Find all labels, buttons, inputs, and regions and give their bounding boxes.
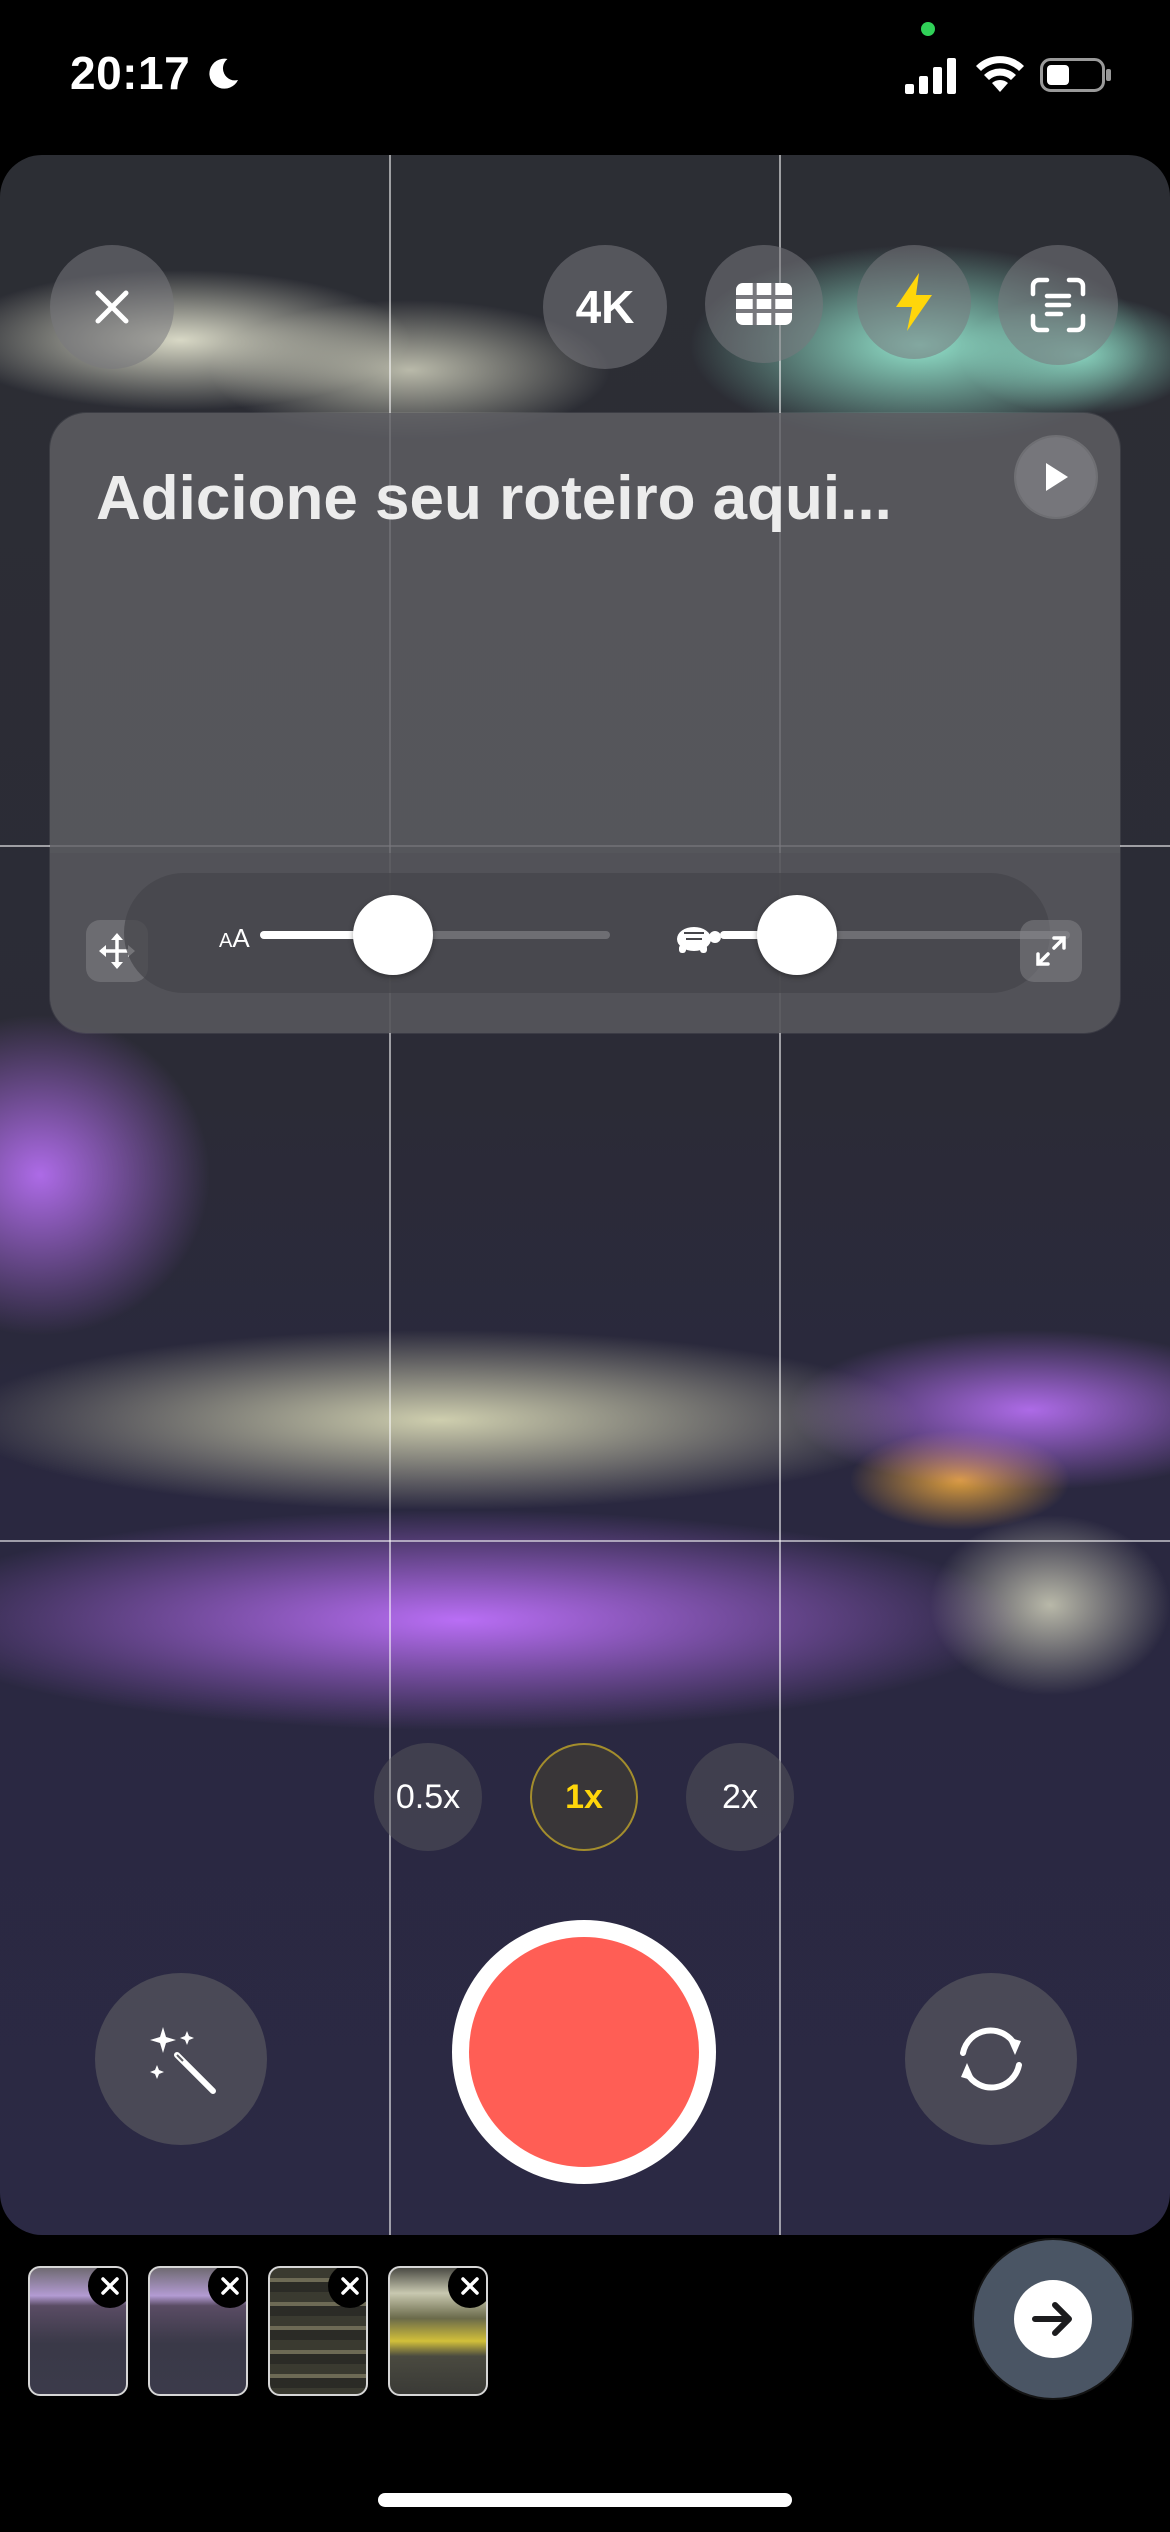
status-bar: 20:17 bbox=[0, 0, 1170, 150]
zoom-option-2x[interactable]: 2x bbox=[686, 1743, 794, 1851]
record-button-inner bbox=[469, 1937, 699, 2167]
zoom-option-1x[interactable]: 1x bbox=[530, 1743, 638, 1851]
record-button[interactable] bbox=[452, 1920, 716, 2184]
text-scan-button[interactable] bbox=[998, 245, 1118, 365]
clip-thumbnail[interactable] bbox=[268, 2266, 368, 2396]
play-script-button[interactable] bbox=[1016, 437, 1096, 517]
remove-clip-button[interactable] bbox=[88, 2268, 126, 2308]
resolution-label: 4K bbox=[575, 281, 635, 333]
wifi-icon bbox=[976, 56, 1024, 92]
resolution-button[interactable]: 4K bbox=[543, 245, 667, 369]
clip-thumbnail[interactable] bbox=[28, 2266, 128, 2396]
flash-icon bbox=[896, 273, 932, 331]
remove-clip-button[interactable] bbox=[208, 2268, 246, 2308]
font-size-slider-thumb[interactable] bbox=[353, 895, 433, 975]
turtle-icon bbox=[677, 927, 721, 953]
flip-camera-button[interactable] bbox=[905, 1973, 1077, 2145]
text-scan-icon bbox=[1030, 277, 1086, 333]
moon-icon bbox=[209, 58, 238, 89]
flash-button[interactable] bbox=[857, 245, 971, 359]
close-icon bbox=[101, 2277, 119, 2295]
clip-thumbnail[interactable] bbox=[388, 2266, 488, 2396]
clip-thumbnail[interactable] bbox=[148, 2266, 248, 2396]
expand-icon bbox=[1036, 936, 1066, 966]
font-size-icon: AA bbox=[219, 923, 250, 953]
next-button-inner bbox=[1014, 2280, 1092, 2358]
cellular-signal-icon bbox=[905, 58, 956, 94]
expand-button[interactable] bbox=[1020, 920, 1082, 982]
camera-flip-icon bbox=[960, 2027, 1022, 2091]
play-icon bbox=[1046, 463, 1068, 491]
close-icon bbox=[341, 2277, 359, 2295]
arrow-right-icon bbox=[1032, 2302, 1072, 2336]
teleprompter-panel[interactable]: Adicione seu roteiro aqui... AA bbox=[50, 413, 1120, 1033]
grid-icon bbox=[736, 283, 792, 325]
teleprompter-controls: AA bbox=[50, 853, 1120, 1033]
close-icon bbox=[461, 2277, 479, 2295]
slider-container: AA bbox=[124, 873, 1070, 993]
remove-clip-button[interactable] bbox=[328, 2268, 366, 2308]
grid-line bbox=[0, 1540, 1170, 1542]
effects-button[interactable] bbox=[95, 1973, 267, 2145]
close-icon bbox=[95, 290, 129, 324]
camera-preview[interactable]: 4K Adicione seu roteiro aqui... AA 0.5x … bbox=[0, 155, 1170, 2235]
magic-wand-icon bbox=[150, 2027, 216, 2094]
grid-toggle-button[interactable] bbox=[705, 245, 823, 363]
script-text[interactable]: Adicione seu roteiro aqui... bbox=[96, 463, 892, 534]
close-icon bbox=[221, 2277, 239, 2295]
next-button[interactable] bbox=[974, 2240, 1132, 2398]
camera-in-use-indicator bbox=[921, 22, 935, 36]
zoom-option-0-5x[interactable]: 0.5x bbox=[374, 1743, 482, 1851]
remove-clip-button[interactable] bbox=[448, 2268, 486, 2308]
speed-slider-thumb[interactable] bbox=[757, 895, 837, 975]
close-button[interactable] bbox=[50, 245, 174, 369]
status-time: 20:17 bbox=[70, 47, 191, 99]
battery-icon bbox=[1040, 58, 1111, 92]
home-indicator bbox=[378, 2493, 792, 2507]
